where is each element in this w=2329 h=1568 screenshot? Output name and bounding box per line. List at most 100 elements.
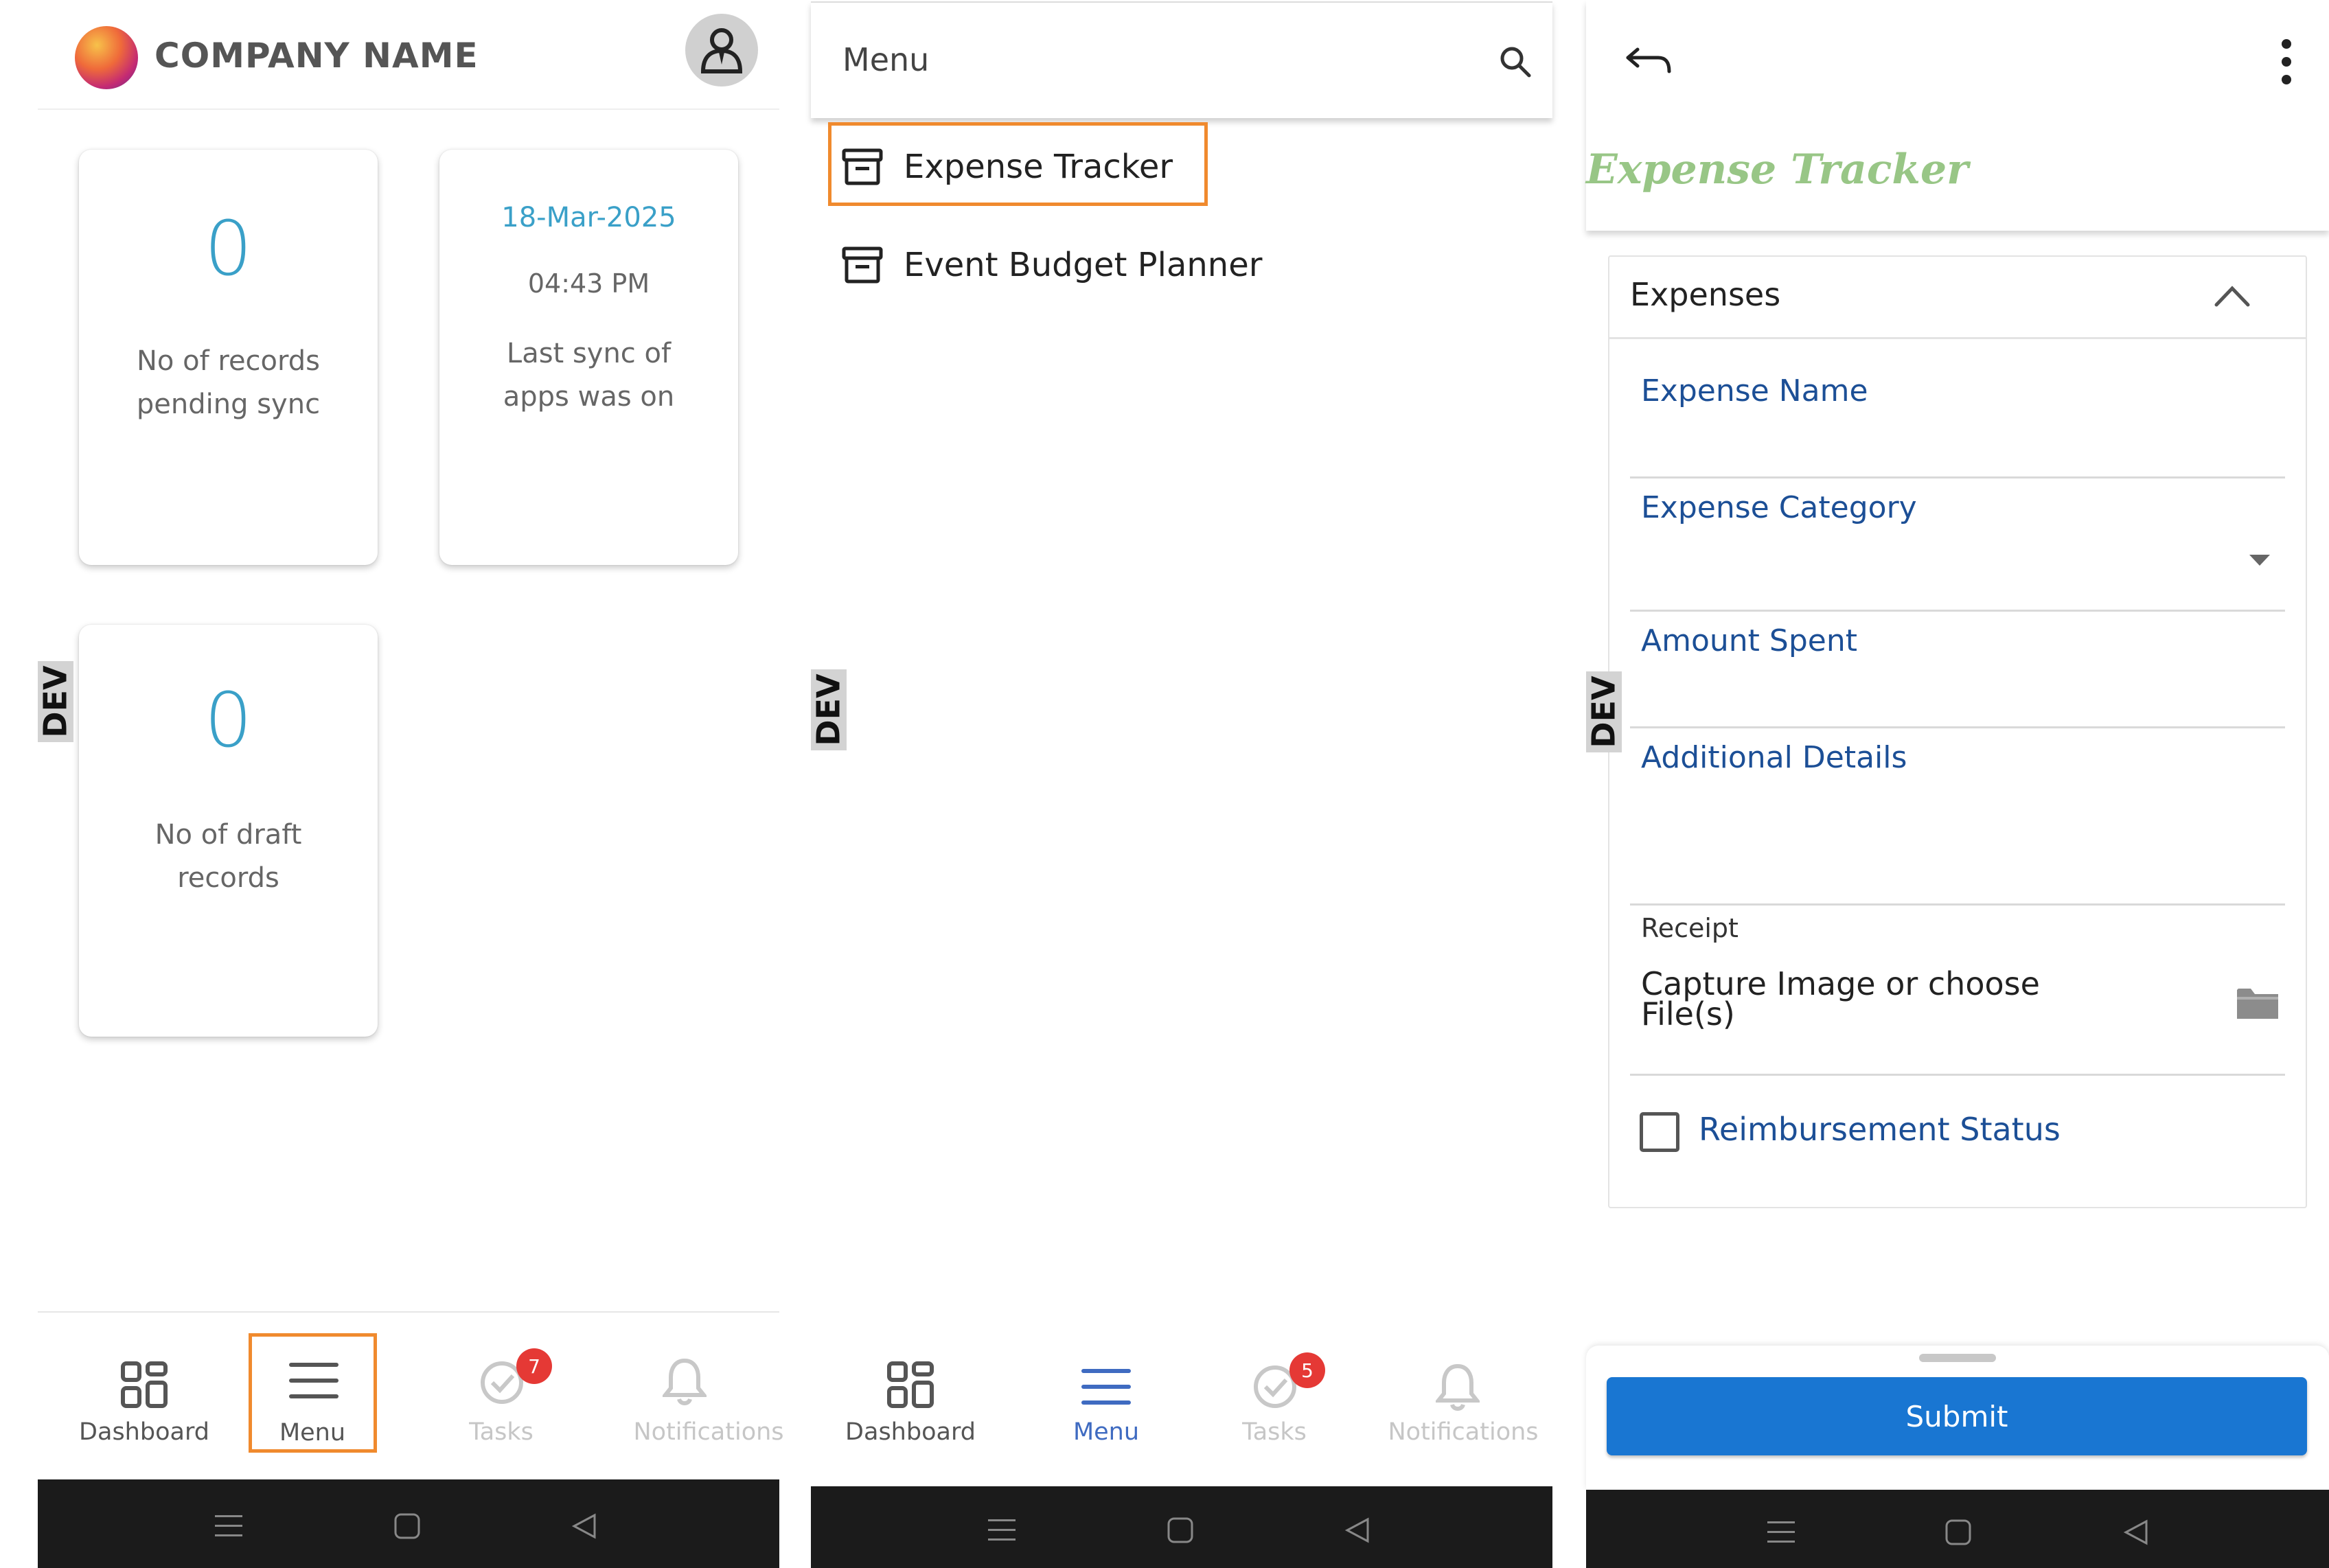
nav-menu[interactable]: Menu: [249, 1333, 377, 1453]
back-triangle-icon[interactable]: [2122, 1519, 2149, 1546]
company-logo: [75, 26, 138, 89]
section-title: Expenses: [1630, 276, 1781, 313]
expense-name-input[interactable]: [1630, 413, 2285, 478]
pending-label-line2: pending sync: [136, 389, 321, 420]
menu-header: Menu: [811, 1, 1552, 118]
search-icon[interactable]: [1499, 45, 1532, 78]
sync-label-line2: apps was on: [503, 381, 675, 413]
draft-label-line1: No of draft: [154, 819, 302, 851]
home-icon[interactable]: [393, 1512, 421, 1540]
dev-environment-tag: DEV: [1585, 671, 1622, 752]
recent-apps-icon[interactable]: [215, 1514, 242, 1538]
nav-notifications[interactable]: Notifications: [1360, 1332, 1552, 1449]
dashboard-grid-icon: [121, 1361, 168, 1408]
amount-spent-input[interactable]: [1630, 663, 2285, 725]
expense-name-underline: [1630, 476, 2285, 479]
submit-button-label: Submit: [1905, 1399, 2008, 1433]
recent-apps-icon[interactable]: [1767, 1520, 1795, 1545]
nav-notifications-label: Notifications: [1388, 1418, 1539, 1446]
sheet-drag-handle[interactable]: [1919, 1354, 1996, 1362]
expense-name-label: Expense Name: [1641, 373, 1868, 408]
form-header: Expense Tracker: [1586, 0, 2329, 231]
nav-tasks[interactable]: 7 Tasks: [422, 1333, 580, 1450]
nav-tasks-label: Tasks: [469, 1418, 534, 1446]
folder-icon: [2237, 989, 2278, 1019]
company-name: COMPANY NAME: [154, 36, 479, 76]
back-triangle-icon[interactable]: [1343, 1517, 1370, 1544]
panel-expense-form: Expense Tracker Expenses Expense Name Ex…: [1585, 0, 2329, 1568]
tasks-badge: 5: [1289, 1352, 1325, 1388]
bell-icon: [1436, 1363, 1480, 1411]
receipt-underline: [1630, 1074, 2285, 1076]
receipt-file-picker[interactable]: Capture Image or choose File(s): [1630, 957, 2285, 1060]
user-icon: [700, 28, 743, 73]
archive-box-icon: [842, 246, 883, 284]
pending-count: 0: [204, 205, 253, 292]
sync-time: 04:43 PM: [527, 268, 650, 299]
chevron-up-icon: [2214, 286, 2250, 307]
back-triangle-icon[interactable]: [570, 1512, 597, 1540]
pending-sync-card[interactable]: 0 No of records pending sync: [79, 150, 378, 565]
draft-label-line2: records: [177, 862, 279, 894]
last-sync-card[interactable]: 18-Mar-2025 04:43 PM Last sync of apps w…: [439, 150, 738, 565]
amount-spent-underline: [1630, 726, 2285, 728]
bell-icon: [663, 1358, 707, 1405]
sync-label-line1: Last sync of: [506, 338, 672, 369]
profile-avatar-button[interactable]: [685, 14, 758, 87]
menu-item-label: Expense Tracker: [904, 148, 1173, 186]
system-nav-bar: [1586, 1490, 2329, 1568]
dashboard-grid-icon: [887, 1361, 934, 1408]
home-icon[interactable]: [1944, 1519, 1972, 1546]
home-icon[interactable]: [1167, 1517, 1194, 1544]
draft-count: 0: [204, 676, 253, 764]
hamburger-menu-icon: [1081, 1369, 1131, 1405]
nav-dashboard[interactable]: Dashboard: [825, 1332, 983, 1449]
bottom-nav: Dashboard Menu 7 Tasks Notifications: [38, 1311, 784, 1476]
nav-menu[interactable]: Menu: [1031, 1332, 1182, 1449]
dropdown-caret-icon: [2249, 555, 2270, 566]
hamburger-menu-icon: [289, 1363, 339, 1398]
expense-category-underline: [1630, 610, 2285, 612]
menu-item-expense-tracker[interactable]: Expense Tracker: [828, 122, 1208, 206]
nav-menu-label: Menu: [279, 1419, 346, 1446]
dev-environment-tag: DEV: [810, 669, 847, 750]
amount-spent-label: Amount Spent: [1641, 623, 1857, 658]
reimbursement-status-checkbox[interactable]: [1640, 1112, 1679, 1152]
expenses-section: Expenses Expense Name Expense Category A…: [1608, 255, 2307, 1208]
nav-notifications-label: Notifications: [633, 1418, 784, 1446]
expense-category-label: Expense Category: [1641, 490, 1917, 525]
additional-details-label: Additional Details: [1641, 740, 1907, 775]
more-options-icon[interactable]: [2280, 38, 2293, 85]
menu-item-event-budget-planner[interactable]: Event Budget Planner: [831, 220, 1381, 303]
draft-records-card[interactable]: 0 No of draft records: [79, 625, 378, 1037]
nav-notifications[interactable]: Notifications: [587, 1333, 784, 1450]
app-header: COMPANY NAME: [38, 0, 779, 110]
dev-environment-tag: DEV: [37, 661, 74, 742]
additional-details-underline: [1630, 903, 2285, 906]
nav-dashboard-label: Dashboard: [845, 1418, 976, 1446]
back-arrow-icon[interactable]: [1624, 45, 1673, 76]
additional-details-textarea[interactable]: [1630, 780, 2285, 903]
reimbursement-status-label: Reimbursement Status: [1699, 1111, 2061, 1148]
tasks-badge: 7: [516, 1348, 552, 1384]
menu-title: Menu: [842, 41, 930, 78]
system-nav-bar: [811, 1486, 1552, 1568]
system-nav-bar: [38, 1479, 779, 1568]
receipt-label: Receipt: [1641, 913, 1739, 943]
bottom-sheet: Submit: [1586, 1346, 2329, 1490]
panel-menu: Menu Expense Tracker Event Budget Planne…: [810, 0, 1552, 1568]
receipt-placeholder-line2: File(s): [1641, 995, 1735, 1033]
nav-tasks-label: Tasks: [1242, 1418, 1307, 1446]
panel-dashboard: COMPANY NAME 0 No of records pending syn…: [37, 0, 784, 1568]
nav-dashboard[interactable]: Dashboard: [65, 1333, 223, 1450]
expense-category-select[interactable]: [1630, 530, 2285, 610]
nav-tasks[interactable]: 5 Tasks: [1195, 1332, 1353, 1449]
bottom-nav: Dashboard Menu 5 Tasks Notifications: [811, 1318, 1552, 1483]
archive-box-icon: [842, 148, 883, 185]
submit-button[interactable]: Submit: [1607, 1377, 2307, 1455]
sync-date: 18-Mar-2025: [501, 202, 676, 233]
recent-apps-icon[interactable]: [988, 1518, 1016, 1543]
form-title: Expense Tracker: [1586, 146, 1969, 194]
section-header[interactable]: Expenses: [1609, 257, 2306, 339]
pending-label-line1: No of records: [137, 345, 320, 377]
